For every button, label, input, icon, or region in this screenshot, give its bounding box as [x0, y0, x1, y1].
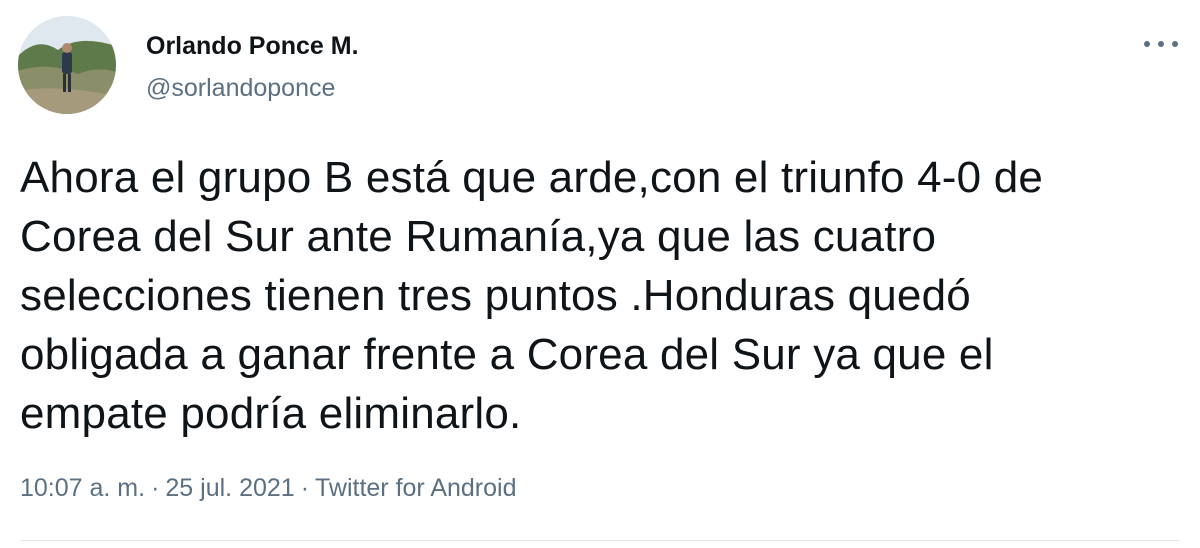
more-horizontal-icon: [1172, 41, 1178, 47]
tweet-text-line: Corea del Sur ante Rumanía,ya que las cu…: [20, 212, 937, 261]
more-horizontal-icon: [1158, 41, 1164, 47]
avatar[interactable]: [18, 16, 116, 114]
tweet-source[interactable]: Twitter for Android: [315, 474, 516, 502]
tweet-text: Ahora el grupo B está que arde,con el tr…: [20, 148, 1100, 443]
tweet-meta: 10:07 a. m. · 25 jul. 2021 · Twitter for And…: [20, 474, 517, 503]
tweet-text-line: Ahora el grupo B está que arde,con el tr…: [20, 153, 1044, 202]
user-handle[interactable]: @sorlandoponce: [146, 74, 335, 103]
more-options-button[interactable]: [1144, 34, 1178, 54]
tweet-text-line: empate podría eliminarlo.: [20, 389, 522, 438]
divider: [20, 540, 1180, 541]
tweet-text-line: obligada a ganar frente a Corea del Sur …: [20, 330, 994, 379]
tweet-date[interactable]: 25 jul. 2021: [165, 474, 294, 502]
meta-separator: ·: [300, 474, 310, 502]
avatar-photo: [18, 16, 116, 114]
tweet-text-line: selecciones tienen tres puntos .Honduras…: [20, 271, 971, 320]
tweet-card: Orlando Ponce M. @sorlandoponce Ahora el…: [0, 0, 1200, 548]
tweet-time[interactable]: 10:07 a. m.: [20, 474, 145, 502]
display-name[interactable]: Orlando Ponce M.: [146, 32, 359, 61]
more-horizontal-icon: [1144, 41, 1150, 47]
meta-separator: ·: [151, 474, 160, 502]
